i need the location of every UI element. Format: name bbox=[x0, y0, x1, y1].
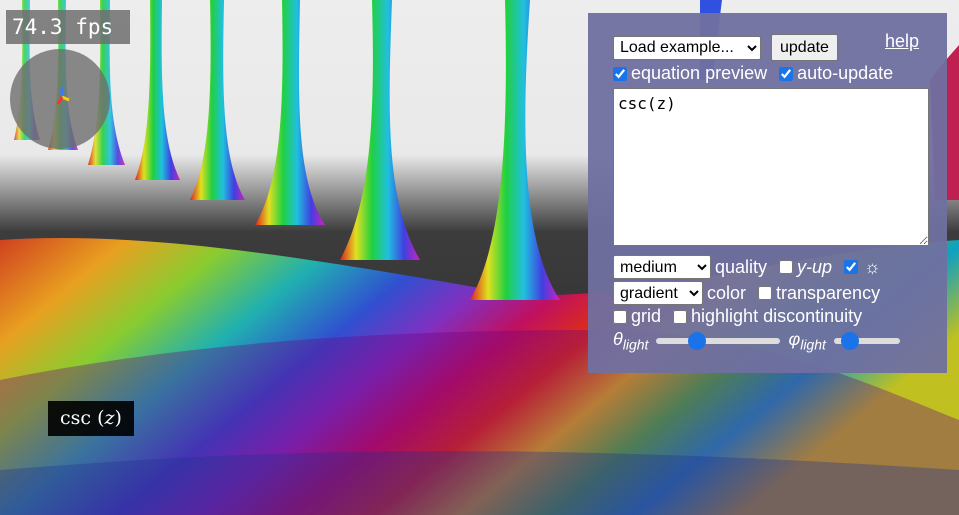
y-up-label: y-up bbox=[797, 256, 833, 277]
transparency-checkbox[interactable] bbox=[758, 286, 773, 300]
phi-light-label: φlight bbox=[788, 329, 825, 353]
options-row-3: gradient color transparency bbox=[613, 281, 880, 305]
color-label: color bbox=[707, 282, 747, 303]
help-link[interactable]: help bbox=[885, 31, 919, 52]
theta-sub: light bbox=[622, 336, 649, 353]
options-row-2: medium quality y-up ☼ bbox=[613, 255, 881, 279]
example-select[interactable]: Load example... bbox=[613, 35, 761, 60]
axes-icon bbox=[56, 87, 70, 105]
theta-symbol: θ bbox=[613, 329, 623, 349]
y-up-checkbox[interactable] bbox=[779, 260, 794, 274]
phi-light-slider[interactable] bbox=[833, 337, 900, 344]
equation-preview-label: equation preview bbox=[631, 63, 768, 83]
quality-select[interactable]: medium bbox=[613, 255, 711, 279]
options-row-4: grid highlight discontinuity bbox=[613, 306, 862, 327]
phi-symbol: φ bbox=[788, 329, 801, 349]
update-button[interactable]: update bbox=[771, 34, 838, 61]
equation-argument: z bbox=[104, 407, 115, 429]
highlight-checkbox[interactable] bbox=[673, 309, 688, 324]
light-sliders-row: θlight φlight bbox=[613, 329, 908, 353]
quality-label: quality bbox=[715, 256, 768, 277]
equation-input[interactable]: csc(z) bbox=[613, 88, 929, 246]
equation-function: csc bbox=[60, 407, 92, 429]
toolbar-row: Load example... update bbox=[613, 34, 838, 61]
light-checkbox[interactable] bbox=[844, 260, 859, 274]
color-select[interactable]: gradient bbox=[613, 281, 703, 305]
transparency-label: transparency bbox=[776, 282, 881, 303]
phi-sub: light bbox=[800, 336, 826, 353]
axes-gizmo[interactable] bbox=[10, 49, 110, 149]
auto-update-checkbox[interactable] bbox=[779, 66, 794, 81]
fps-counter: 74.3 fps bbox=[6, 10, 130, 44]
options-row-1: equation preview auto-update bbox=[613, 63, 893, 84]
equation-render-label: csc (z) bbox=[48, 401, 134, 436]
auto-update-label: auto-update bbox=[797, 63, 894, 83]
theta-light-slider[interactable] bbox=[656, 337, 781, 344]
sun-icon: ☼ bbox=[864, 256, 881, 277]
highlight-label: highlight discontinuity bbox=[691, 306, 863, 326]
theta-light-label: θlight bbox=[613, 329, 648, 353]
grid-label: grid bbox=[631, 306, 662, 326]
equation-preview-checkbox[interactable] bbox=[613, 66, 627, 81]
grid-checkbox[interactable] bbox=[613, 309, 627, 324]
control-panel: Load example... update help equation pre… bbox=[588, 13, 947, 373]
